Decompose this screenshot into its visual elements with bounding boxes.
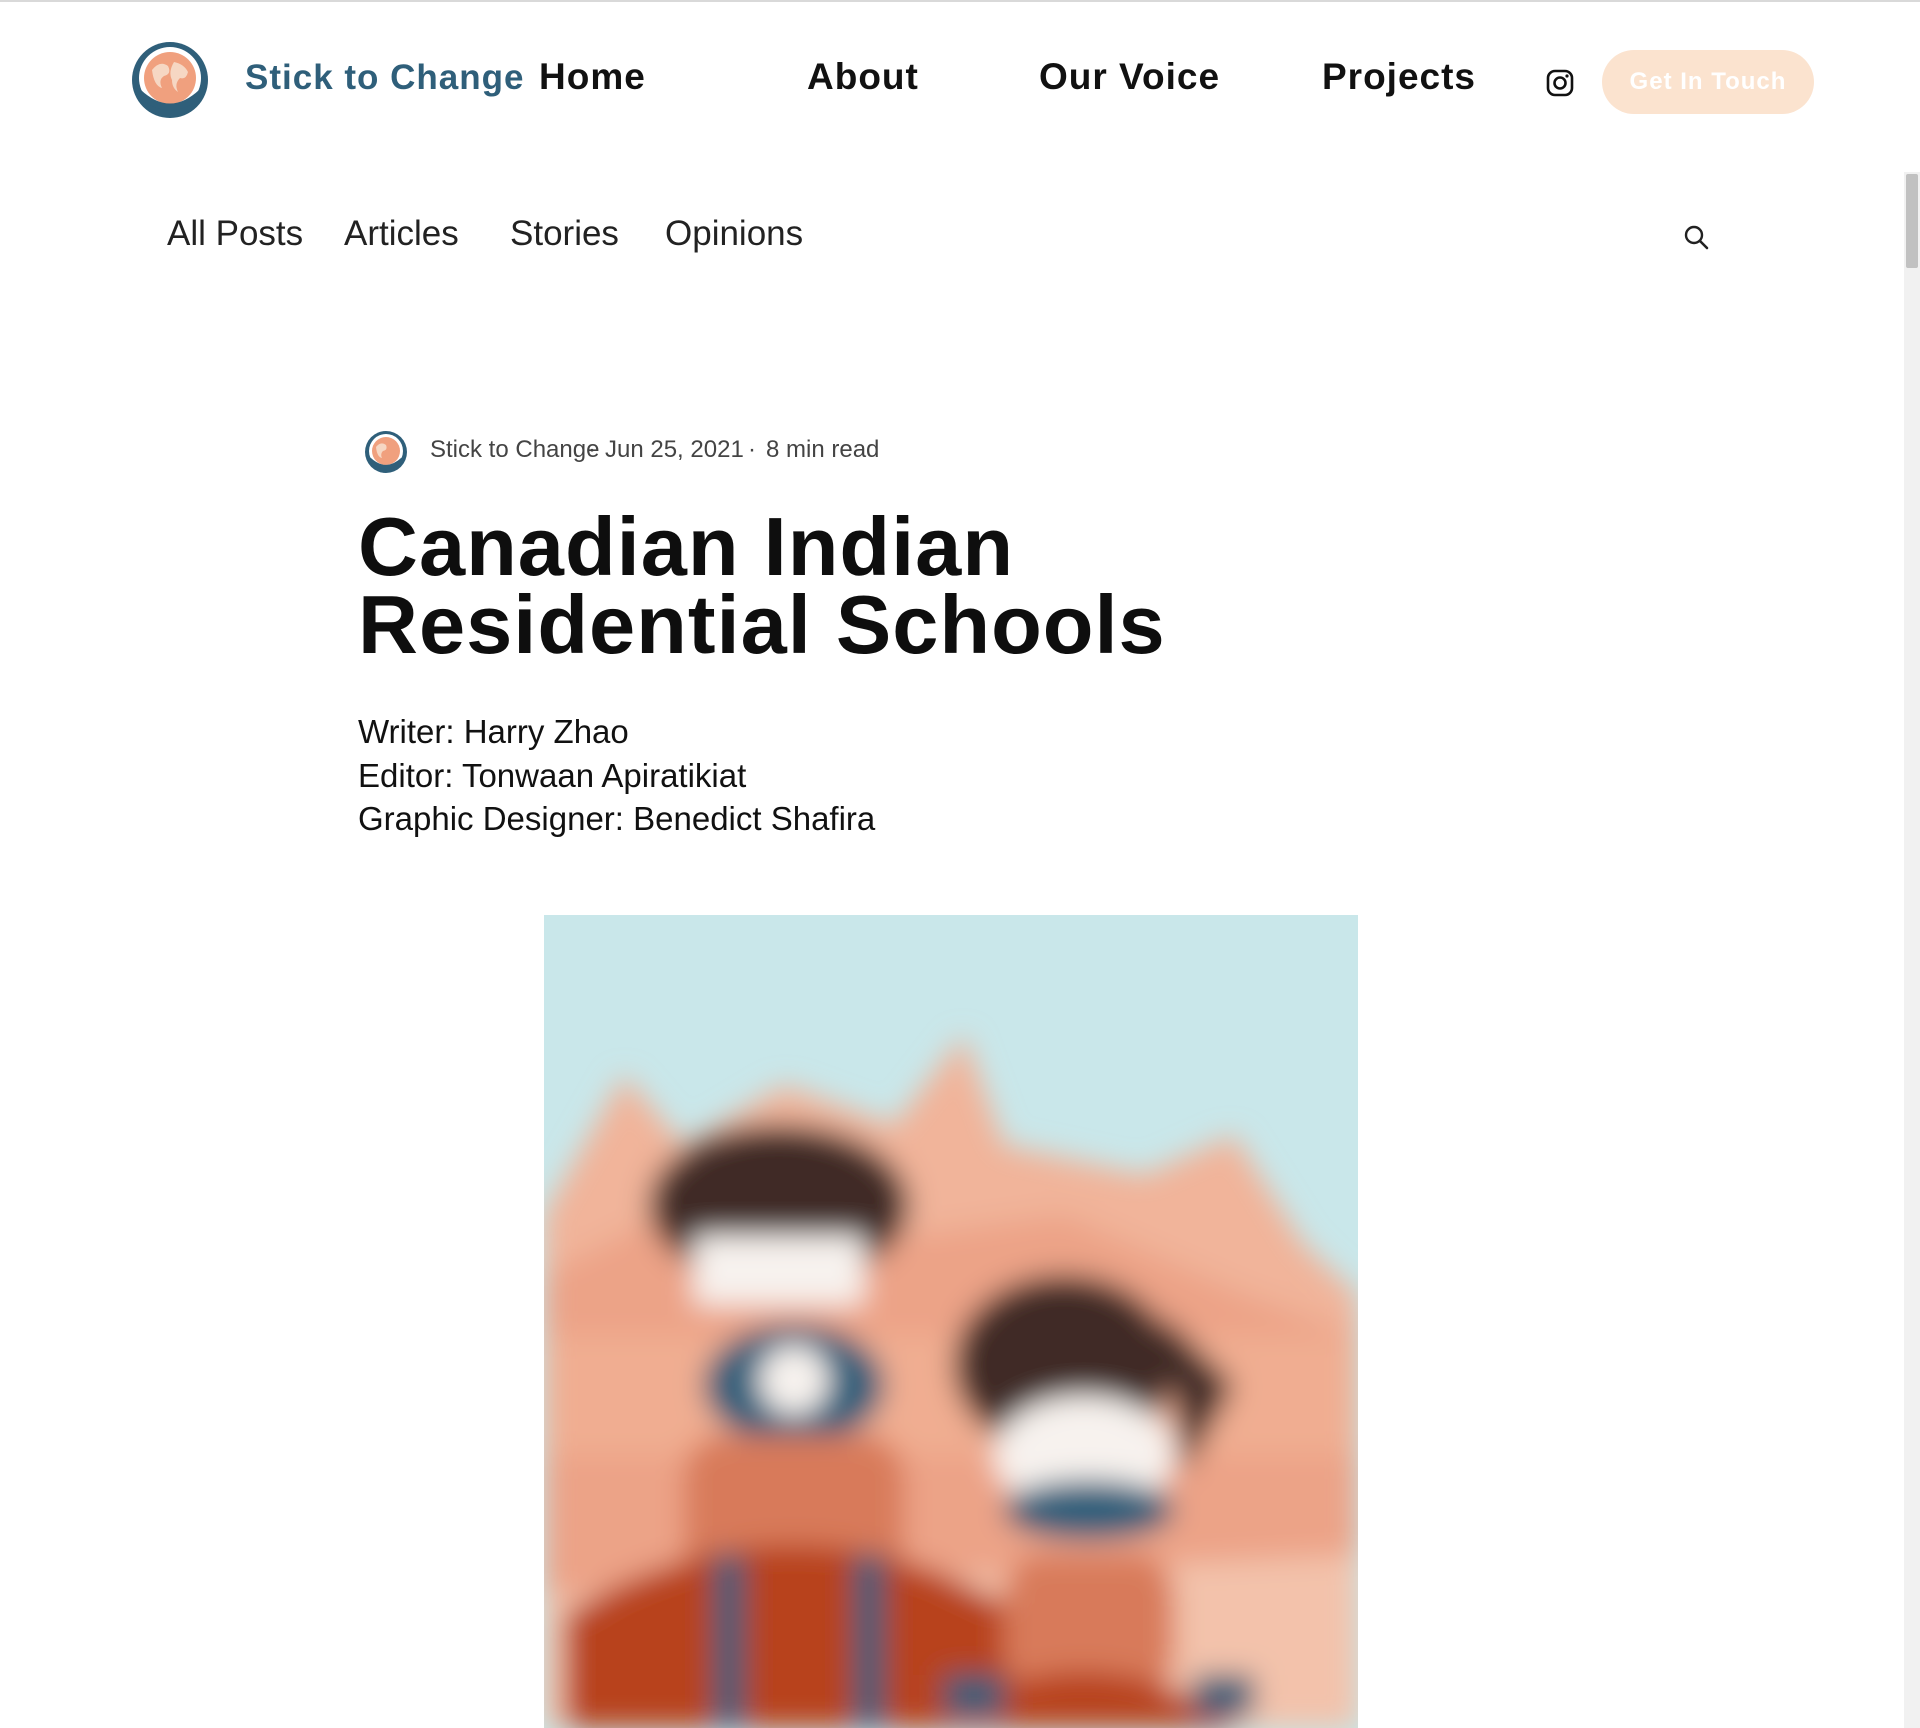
get-in-touch-button[interactable]: Get In Touch	[1602, 50, 1814, 114]
nav-projects[interactable]: Projects	[1322, 56, 1476, 98]
brand-name[interactable]: Stick to Change	[245, 58, 524, 98]
meta-separator: ·	[748, 436, 756, 463]
site-header: Stick to Change Home About Our Voice Pro…	[0, 0, 1920, 165]
post-read-time: 8 min read	[766, 436, 880, 463]
nav-home[interactable]: Home	[539, 56, 646, 98]
residential-school-illustration	[544, 915, 1358, 1728]
post-date: Jun 25, 2021	[605, 436, 744, 463]
post-author[interactable]: Stick to Change	[430, 436, 599, 464]
post-title-line: Canadian Indian	[358, 500, 1015, 593]
nav-our-voice[interactable]: Our Voice	[1039, 56, 1220, 98]
scrollbar-track[interactable]	[1904, 172, 1920, 1728]
tab-articles[interactable]: Articles	[344, 214, 459, 254]
nav-about[interactable]: About	[807, 56, 919, 98]
hero-illustration	[544, 915, 1358, 1728]
credit-writer: Writer: Harry Zhao	[358, 713, 629, 750]
tab-all-posts[interactable]: All Posts	[167, 214, 303, 254]
credit-graphic-designer: Graphic Designer: Benedict Shafira	[358, 800, 876, 837]
post-title: Canadian Indian Residential Schools	[358, 500, 1258, 671]
instagram-icon[interactable]	[1546, 69, 1574, 97]
tab-opinions[interactable]: Opinions	[665, 214, 803, 254]
meta-separator: ·	[588, 436, 596, 463]
search-icon[interactable]	[1682, 223, 1710, 251]
scrollbar-thumb[interactable]	[1906, 174, 1918, 268]
post-title-line: Residential Schools	[358, 578, 1166, 671]
globe-logo-icon[interactable]	[130, 40, 210, 120]
author-avatar[interactable]	[364, 430, 408, 474]
tab-stories[interactable]: Stories	[510, 214, 619, 254]
credit-editor: Editor: Tonwaan Apiratikiat	[358, 757, 747, 794]
